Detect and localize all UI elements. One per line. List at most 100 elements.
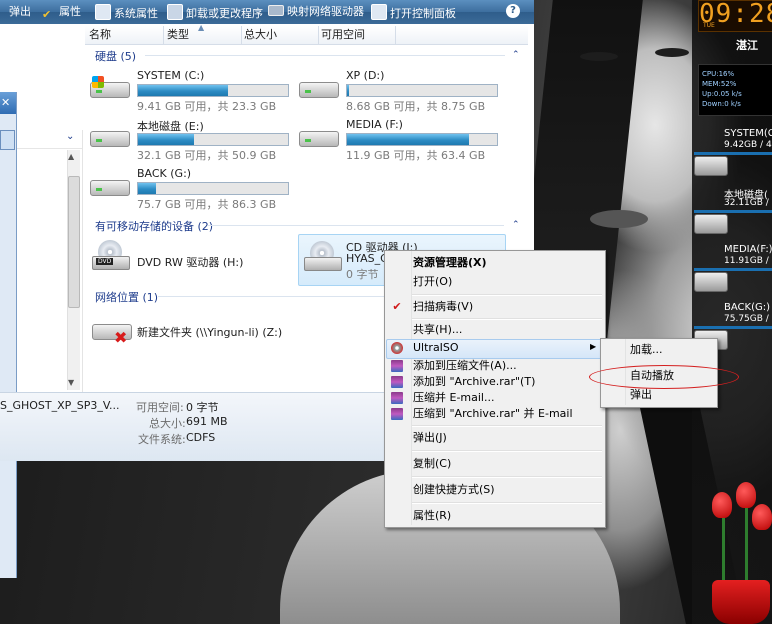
hard-drive-icon [694,272,728,292]
network-drive-icon [268,5,284,16]
menu-separator [412,318,602,320]
uninstall-icon [167,4,183,20]
annotation-ellipse [589,365,739,389]
dvd-drive-icon: DVD [92,240,130,270]
drive-name: 本地磁盘 (E:) [137,120,204,133]
column-total-size[interactable]: 总大小 [240,26,319,44]
eject-icon [0,4,6,18]
winrar-icon [391,360,403,372]
upload-speed: Up:0.05 k/s [702,90,742,98]
background-window-button[interactable] [0,130,15,150]
drive-gadget-name: SYSTEM(C [724,128,772,139]
drive-gadget-name: MEDIA(F:) [724,244,772,255]
hard-drive-icon [299,125,339,147]
map-drive-label: 映射网络驱动器 [287,5,364,18]
drive-name: SYSTEM (C:) [137,69,205,82]
menu-item-eject[interactable]: 弹出(J) [413,431,447,445]
submenu-arrow-icon: ▶ [590,342,597,351]
menu-item-ultraiso[interactable]: UltraISO [413,341,459,355]
drive-gadget-bar [694,326,772,329]
drive-free-space: 8.68 GB 可用，共 8.75 GB [346,100,486,113]
menu-item-explorer[interactable]: 资源管理器(X) [413,256,487,270]
map-drive-button[interactable]: 映射网络驱动器 [268,4,364,20]
drive-name: XP (D:) [346,69,385,82]
collapse-group-icon[interactable]: ⌃ [512,220,520,230]
menu-item-add-archive-rar[interactable]: 添加到 "Archive.rar"(T) [413,375,535,389]
memory-usage: MEM:52% [702,80,737,88]
menu-item-scan-virus[interactable]: 扫描病毒(V) [413,300,473,314]
drive-gadget-f[interactable]: MEDIA(F:) 11.91GB / 6 [694,244,772,296]
drive-name: BACK (G:) [137,167,192,180]
column-name[interactable]: 名称 [85,26,164,44]
column-free-space[interactable]: 可用空间 [317,26,396,44]
drive-gadget-size: 32.11GB / 5 [724,198,772,208]
drive-gadget-c[interactable]: SYSTEM(C 9.42GB / 4 [694,128,772,180]
menu-item-open[interactable]: 打开(O) [413,275,452,289]
menu-separator [412,476,602,478]
hard-drive-icon [90,174,130,196]
close-icon[interactable]: ✕ [1,96,10,109]
clock-day: TUE [703,22,715,29]
flower-pot [712,580,770,624]
help-button[interactable]: ? [506,4,520,18]
system-properties-label: 系统属性 [114,7,158,20]
weather-city[interactable]: 湛江 [736,37,758,53]
eject-button[interactable]: 弹出 [0,4,31,20]
system-properties-icon [95,4,111,20]
details-total-value: 691 MB [186,415,228,428]
group-hard-disks[interactable]: 硬盘 (5) [95,48,136,64]
download-speed: Down:0 k/s [702,100,741,108]
group-network-locations[interactable]: 网络位置 (1) [95,289,158,305]
dvd-badge: DVD [96,258,114,265]
antivirus-icon: ✔ [392,300,402,313]
drive-gadget-bar [694,210,772,213]
menu-item-compress-rar-email[interactable]: 压缩到 "Archive.rar" 并 E-mail [413,407,573,421]
scrollbar-thumb[interactable] [68,176,80,308]
disc-label: HYAS_G [346,252,389,265]
drive-usage-fill [138,183,156,194]
hard-drive-icon [90,125,130,147]
menu-item-compress-email[interactable]: 压缩并 E-mail... [413,391,494,405]
drive-free-space: 0 字节 [346,268,379,281]
drive-usage-fill [138,134,194,145]
group-divider [145,55,505,56]
scroll-up-arrow-icon[interactable]: ▲ [68,152,74,161]
collapse-group-icon[interactable]: ⌃ [512,50,520,60]
winrar-icon [391,392,403,404]
menu-item-properties[interactable]: 属性(R) [413,509,451,523]
menu-item-add-archive[interactable]: 添加到压缩文件(A)... [413,359,517,373]
chevron-down-icon[interactable]: ⌄ [66,131,74,142]
system-properties-button[interactable]: 系统属性 [95,4,158,20]
properties-button[interactable]: ✔ 属性 [42,4,81,21]
group-removable-storage[interactable]: 有可移动存储的设备 (2) [95,218,213,234]
uninstall-label: 卸载或更改程序 [186,7,263,20]
drive-gadget-e[interactable]: 本地磁盘( 32.11GB / 5 [694,186,772,238]
scroll-down-arrow-icon[interactable]: ▼ [68,378,74,387]
column-header-row: 名称 类型 总大小 可用空间 ▲ [85,23,528,45]
uninstall-button[interactable]: 卸载或更改程序 [167,4,263,20]
wallpaper-lips [590,210,648,228]
drive-gadget-name: BACK(G:) [724,302,770,313]
menu-item-share[interactable]: 共享(H)... [413,323,462,337]
drive-usage-fill [138,85,228,96]
winrar-icon [391,408,403,420]
submenu-item-mount[interactable]: 加载... [630,343,663,357]
drive-free-space: 9.41 GB 可用，共 23.3 GB [137,100,277,113]
drive-gadget-bar [694,152,772,155]
properties-label: 属性 [59,5,81,18]
menu-item-create-shortcut[interactable]: 创建快捷方式(S) [413,483,495,497]
submenu-item-eject[interactable]: 弹出 [630,388,652,402]
disconnected-network-drive-icon: ✖ [92,318,132,347]
menu-item-copy[interactable]: 复制(C) [413,457,451,471]
details-fs-label: 文件系统: [138,433,186,446]
wallpaper-eye-left [580,52,618,61]
windows-drive-icon [90,76,130,98]
details-title: S_GHOST_XP_SP3_V... [0,399,120,412]
drive-free-space: 11.9 GB 可用，共 63.4 GB [346,149,486,162]
background-window[interactable] [0,92,17,578]
windows-logo-icon [92,76,104,88]
drive-usage-bar [137,182,289,195]
menu-separator [412,294,602,296]
wallpaper-eye-right [655,48,689,57]
control-panel-button[interactable]: 打开控制面板 [371,4,456,20]
